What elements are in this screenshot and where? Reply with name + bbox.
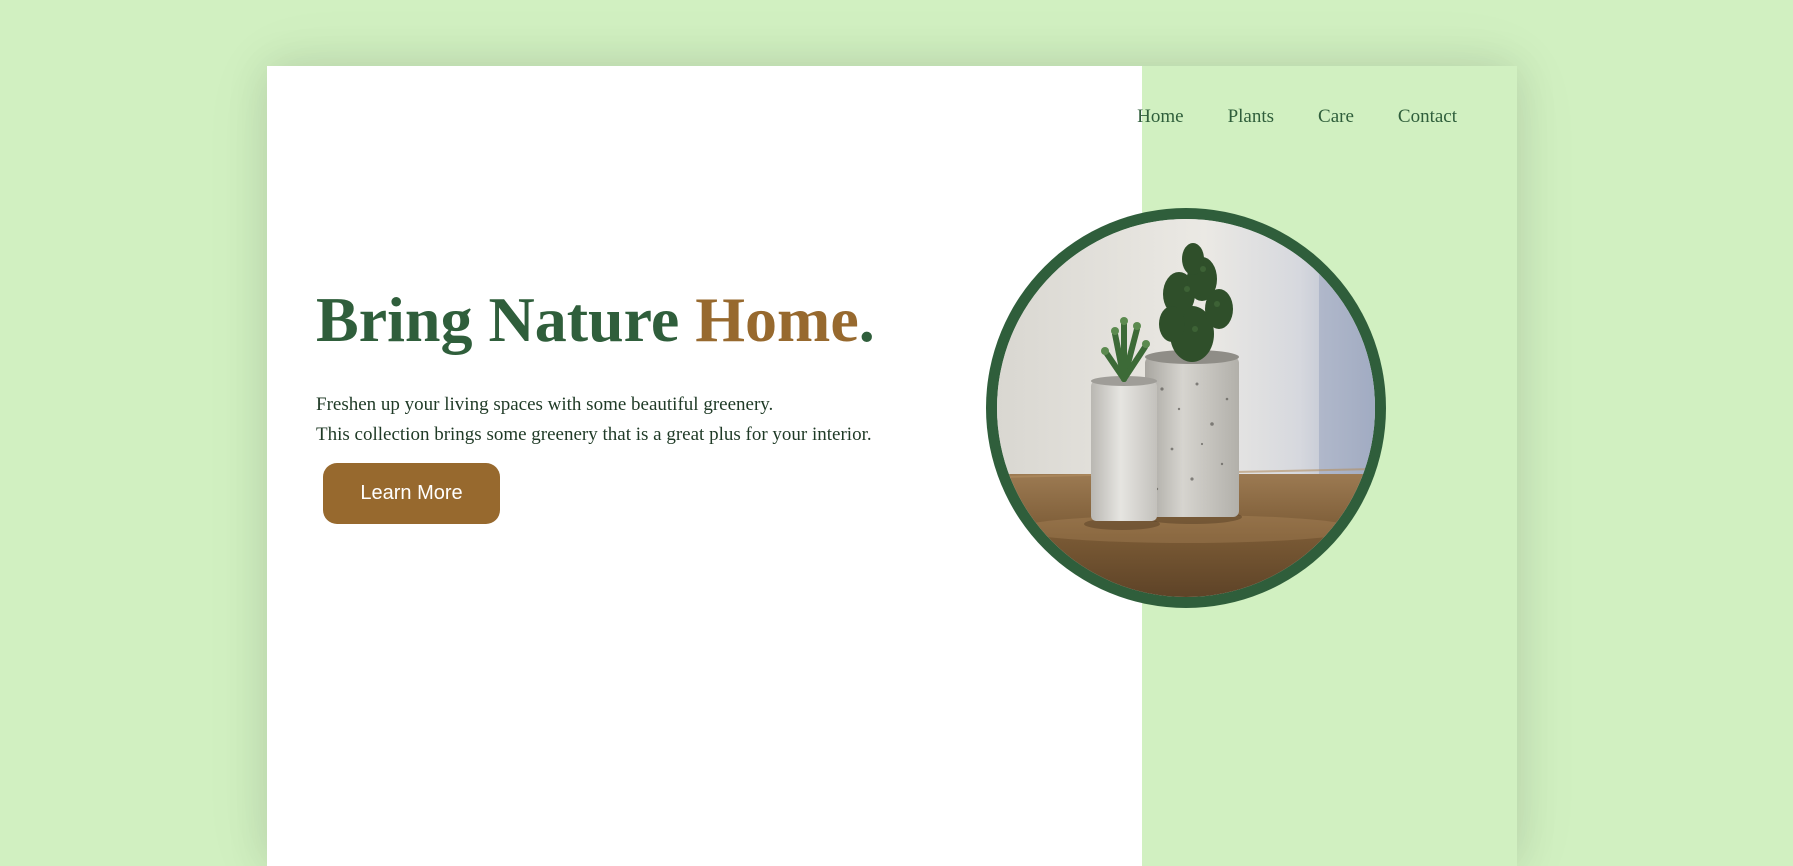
learn-more-button[interactable]: Learn More	[323, 463, 500, 524]
potted-plants-illustration	[997, 219, 1375, 597]
hero-title-period: .	[858, 284, 875, 355]
hero-plant-image	[997, 219, 1375, 597]
hero-title: Bring Nature Home.	[316, 288, 875, 352]
main-nav: Home Plants Care Contact	[1137, 106, 1457, 128]
hero-title-part1: Bring Nature	[316, 284, 696, 355]
hero-description: Freshen up your living spaces with some …	[316, 390, 872, 450]
hero-description-line-1: Freshen up your living spaces with some …	[316, 394, 774, 415]
hero-image-frame	[986, 208, 1386, 608]
nav-home[interactable]: Home	[1137, 106, 1183, 128]
nav-care[interactable]: Care	[1318, 106, 1354, 128]
nav-plants[interactable]: Plants	[1228, 106, 1274, 128]
hero-description-line-2: This collection brings some greenery tha…	[316, 424, 872, 445]
nav-contact[interactable]: Contact	[1398, 106, 1457, 128]
hero-title-accent: Home	[695, 284, 859, 355]
hero-card: Home Plants Care Contact Bring Nature Ho…	[267, 66, 1517, 866]
